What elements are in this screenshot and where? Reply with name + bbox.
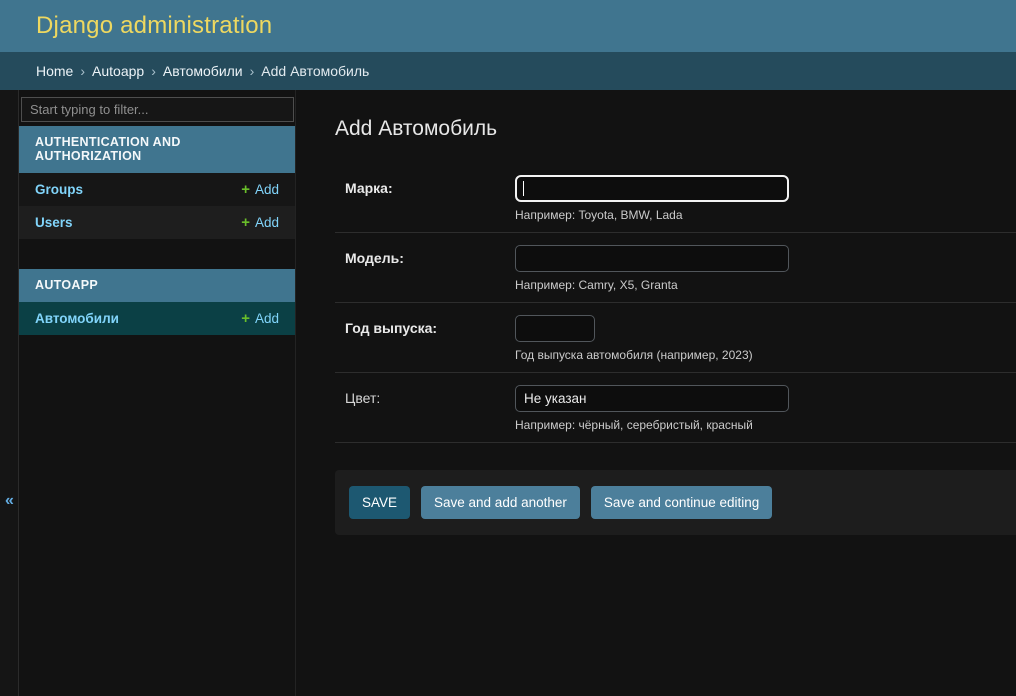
app-header: Django administration bbox=[0, 0, 1016, 52]
sidebar-filter-input[interactable] bbox=[21, 97, 294, 122]
model-field[interactable] bbox=[515, 245, 789, 272]
year-label: Год выпуска: bbox=[345, 320, 437, 336]
field-input-col: Например: чёрный, серебристый, красный bbox=[515, 385, 1016, 432]
form-row-model: Модель: Например: Camry, X5, Granta bbox=[335, 233, 1016, 303]
text-cursor bbox=[523, 181, 524, 196]
marka-help-text: Например: Toyota, BMW, Lada bbox=[515, 208, 1016, 222]
color-field[interactable] bbox=[515, 385, 789, 412]
breadcrumb-current-page: Add Автомобиль bbox=[261, 63, 369, 79]
add-label: Add bbox=[255, 215, 279, 230]
sidebar-item-users[interactable]: Users + Add bbox=[19, 206, 295, 239]
sidebar-item-automobili[interactable]: Автомобили + Add bbox=[19, 302, 295, 335]
breadcrumb-home-link[interactable]: Home bbox=[36, 63, 73, 79]
add-label: Add bbox=[255, 182, 279, 197]
field-input-col: Например: Camry, X5, Granta bbox=[515, 245, 1016, 292]
field-label-col: Год выпуска: bbox=[345, 315, 515, 362]
save-add-another-button[interactable]: Save and add another bbox=[421, 486, 580, 519]
sidebar-module-auth: AUTHENTICATION AND AUTHORIZATION Groups … bbox=[19, 126, 295, 239]
field-input-col: Например: Toyota, BMW, Lada bbox=[515, 175, 1016, 222]
nav-sidebar: AUTHENTICATION AND AUTHORIZATION Groups … bbox=[19, 90, 296, 696]
field-label-col: Модель: bbox=[345, 245, 515, 292]
users-add-link[interactable]: + Add bbox=[241, 214, 279, 231]
add-label: Add bbox=[255, 311, 279, 326]
automobili-link[interactable]: Автомобили bbox=[35, 311, 119, 326]
sidebar-module-autoapp: AUTOAPP Автомобили + Add bbox=[19, 269, 295, 335]
breadcrumb-model-link[interactable]: Автомобили bbox=[163, 63, 243, 79]
field-label-col: Цвет: bbox=[345, 385, 515, 432]
sidebar-collapse-icon[interactable]: « bbox=[0, 492, 19, 510]
plus-icon: + bbox=[241, 181, 250, 198]
module-caption-autoapp: AUTOAPP bbox=[19, 269, 295, 302]
plus-icon: + bbox=[241, 310, 250, 327]
save-button[interactable]: SAVE bbox=[349, 486, 410, 519]
form-row-year: Год выпуска: Год выпуска автомобиля (нап… bbox=[335, 303, 1016, 373]
marka-label: Марка: bbox=[345, 180, 393, 196]
model-help-text: Например: Camry, X5, Granta bbox=[515, 278, 1016, 292]
field-input-col: Год выпуска автомобиля (например, 2023) bbox=[515, 315, 1016, 362]
breadcrumb-separator: › bbox=[151, 63, 156, 79]
save-continue-editing-button[interactable]: Save and continue editing bbox=[591, 486, 772, 519]
breadcrumb-app-link[interactable]: Autoapp bbox=[92, 63, 144, 79]
year-field[interactable] bbox=[515, 315, 595, 342]
breadcrumb-separator: › bbox=[250, 63, 255, 79]
submit-row: SAVE Save and add another Save and conti… bbox=[335, 470, 1016, 535]
sidebar-item-groups[interactable]: Groups + Add bbox=[19, 173, 295, 206]
color-label: Цвет: bbox=[345, 390, 380, 406]
groups-link[interactable]: Groups bbox=[35, 182, 83, 197]
automobili-add-link[interactable]: + Add bbox=[241, 310, 279, 327]
model-label: Модель: bbox=[345, 250, 404, 266]
form-row-color: Цвет: Например: чёрный, серебристый, кра… bbox=[335, 373, 1016, 443]
main-content: Add Автомобиль Марка: Например: Toyota, … bbox=[296, 90, 1016, 696]
plus-icon: + bbox=[241, 214, 250, 231]
field-label-col: Марка: bbox=[345, 175, 515, 222]
site-title[interactable]: Django administration bbox=[36, 12, 272, 40]
form-row-marka: Марка: Например: Toyota, BMW, Lada bbox=[335, 163, 1016, 233]
color-help-text: Например: чёрный, серебристый, красный bbox=[515, 418, 1016, 432]
add-automobile-form: Марка: Например: Toyota, BMW, Lada Модел… bbox=[335, 163, 1016, 535]
groups-add-link[interactable]: + Add bbox=[241, 181, 279, 198]
sidebar-toggle-strip: « bbox=[0, 90, 19, 696]
module-caption-auth: AUTHENTICATION AND AUTHORIZATION bbox=[19, 126, 295, 173]
year-help-text: Год выпуска автомобиля (например, 2023) bbox=[515, 348, 1016, 362]
page-title: Add Автомобиль bbox=[335, 117, 1016, 141]
breadcrumb: Home › Autoapp › Автомобили › Add Автомо… bbox=[0, 52, 1016, 90]
users-link[interactable]: Users bbox=[35, 215, 73, 230]
breadcrumb-separator: › bbox=[80, 63, 85, 79]
marka-field[interactable] bbox=[515, 175, 789, 202]
